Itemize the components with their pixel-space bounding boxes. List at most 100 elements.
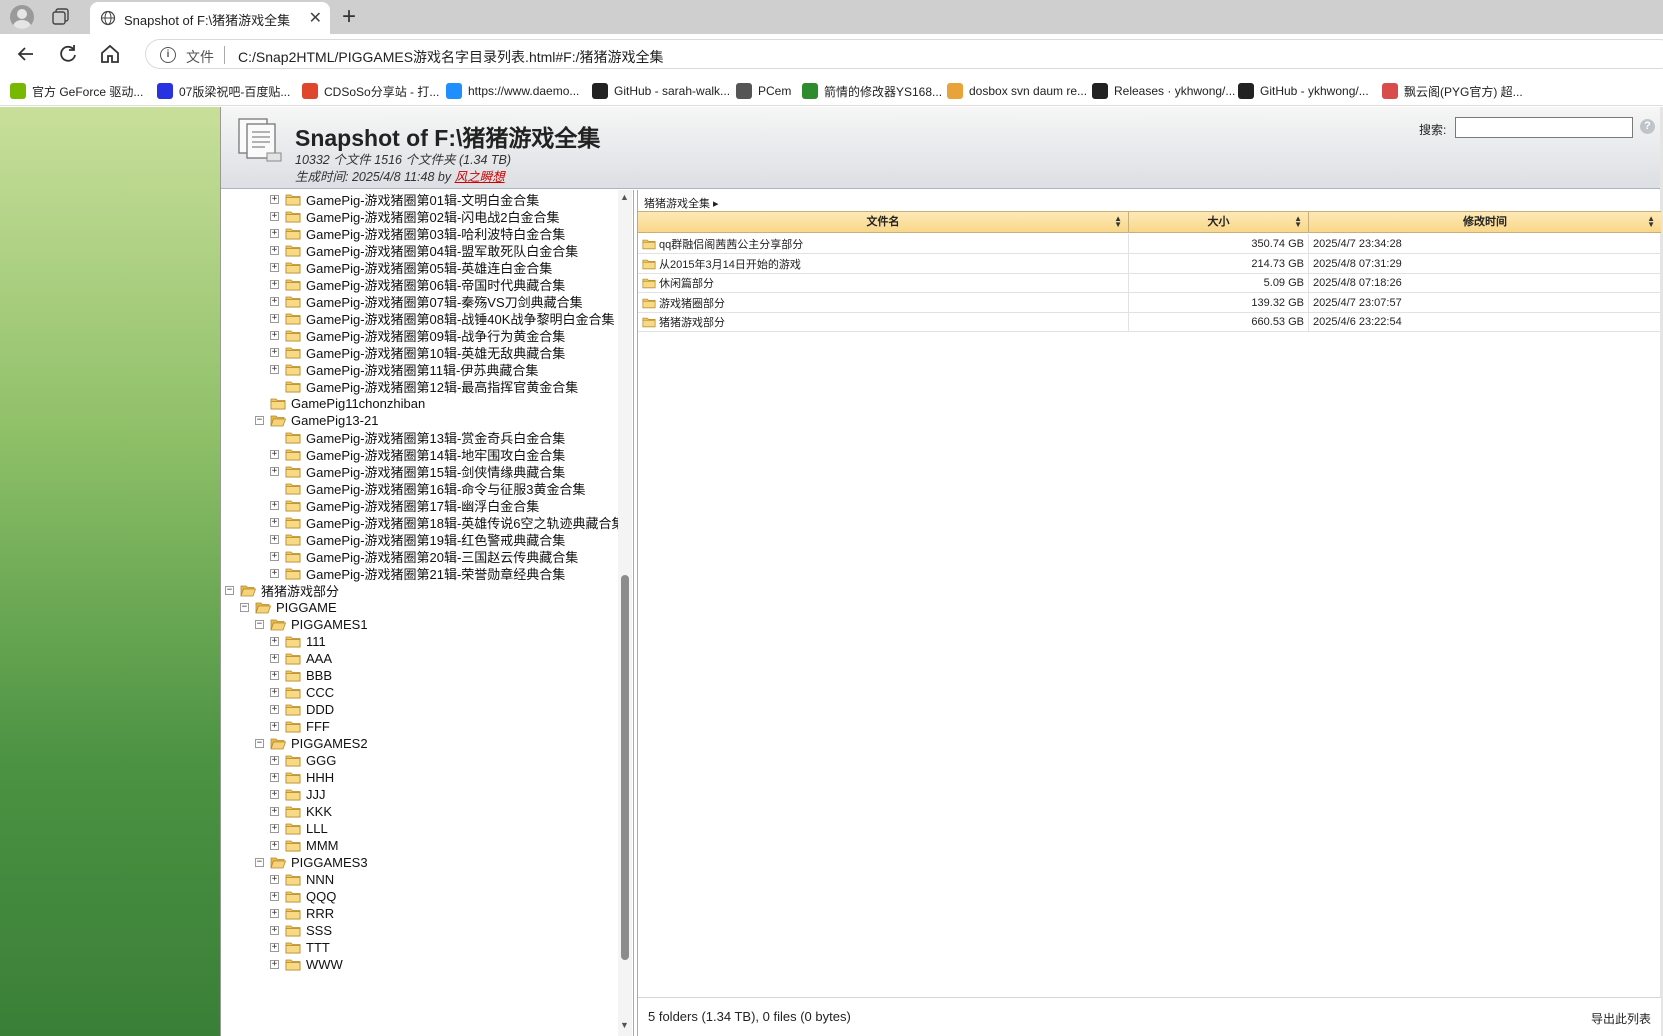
- expand-icon[interactable]: +: [270, 262, 279, 272]
- tree-item-label[interactable]: GamePig-游戏猪圈第02辑-闪电战2白金合集: [306, 207, 560, 226]
- expand-icon[interactable]: +: [270, 823, 279, 833]
- expand-icon[interactable]: +: [270, 653, 279, 663]
- collapse-icon[interactable]: −: [225, 585, 234, 595]
- cell-name[interactable]: 游戏猪圈部分: [638, 292, 1129, 313]
- tree-item-label[interactable]: GamePig-游戏猪圈第12辑-最高指挥官黄金合集: [306, 377, 578, 396]
- tree-item[interactable]: + GamePig-游戏猪圈第10辑-英雄无敌典藏合集: [270, 343, 565, 361]
- tree-item[interactable]: + FFF: [270, 717, 330, 735]
- tree-item-label[interactable]: GamePig-游戏猪圈第13辑-赏金奇兵白金合集: [306, 428, 565, 447]
- expand-icon[interactable]: +: [270, 789, 279, 799]
- tree-item[interactable]: + NNN: [270, 870, 334, 888]
- tree-item[interactable]: + MMM: [270, 836, 339, 854]
- folder-name[interactable]: qq群融侣阁茜茜公主分享部分: [659, 236, 803, 252]
- expand-icon[interactable]: +: [270, 517, 279, 527]
- tree-item-label[interactable]: PIGGAME: [276, 600, 337, 615]
- expand-icon[interactable]: +: [270, 568, 279, 578]
- tree-item[interactable]: + HHH: [270, 768, 334, 786]
- tree-item-label[interactable]: AAA: [306, 651, 332, 666]
- expand-icon[interactable]: +: [270, 874, 279, 884]
- tree-item[interactable]: − PIGGAMES1: [255, 615, 368, 633]
- table-row[interactable]: qq群融侣阁茜茜公主分享部分 350.74 GB 2025/4/7 23:34:28: [638, 234, 1661, 254]
- tree-item-label[interactable]: BBB: [306, 668, 332, 683]
- tree-item[interactable]: + BBB: [270, 666, 332, 684]
- tree-item[interactable]: + SSS: [270, 921, 332, 939]
- author-link[interactable]: 风之瞬想: [455, 170, 505, 184]
- address-url[interactable]: C:/Snap2HTML/PIGGAMES游戏名字目录列表.html#F:/猪猪…: [238, 47, 664, 67]
- expand-icon[interactable]: +: [270, 704, 279, 714]
- tree-item[interactable]: + GamePig-游戏猪圈第14辑-地牢围攻白金合集: [270, 445, 565, 463]
- tree-item-label[interactable]: GamePig-游戏猪圈第06辑-帝国时代典藏合集: [306, 275, 565, 294]
- tree-item[interactable]: − PIGGAMES2: [255, 734, 368, 752]
- tree-item[interactable]: + JJJ: [270, 785, 326, 803]
- close-tab-icon[interactable]: ✕: [309, 8, 322, 28]
- bookmark-item[interactable]: 07版梁祝吧-百度贴...: [157, 82, 290, 100]
- search-input[interactable]: [1455, 117, 1633, 138]
- tree-item[interactable]: + GamePig-游戏猪圈第11辑-伊苏典藏合集: [270, 360, 538, 378]
- tree-item-label[interactable]: GamePig-游戏猪圈第17辑-幽浮白金合集: [306, 496, 539, 515]
- cell-name[interactable]: 猪猪游戏部分: [638, 312, 1129, 332]
- profile-icon[interactable]: [10, 5, 34, 29]
- cell-name[interactable]: qq群融侣阁茜茜公主分享部分: [638, 234, 1129, 254]
- bookmark-item[interactable]: 箭情的修改器YS168...: [802, 82, 942, 100]
- tree-item-label[interactable]: GamePig-游戏猪圈第09辑-战争行为黄金合集: [306, 326, 565, 345]
- expand-icon[interactable]: +: [270, 840, 279, 850]
- expand-icon[interactable]: +: [270, 449, 279, 459]
- expand-icon[interactable]: +: [270, 296, 279, 306]
- tree-item-label[interactable]: SSS: [306, 923, 332, 938]
- tree-item-label[interactable]: PIGGAMES1: [291, 617, 368, 632]
- tree-item-label[interactable]: GamePig-游戏猪圈第08辑-战锤40K战争黎明白金合集: [306, 309, 614, 328]
- table-row[interactable]: 从2015年3月14日开始的游戏 214.73 GB 2025/4/8 07:31:…: [638, 253, 1661, 274]
- bookmark-item[interactable]: CDSoSo分享站 - 打...: [302, 82, 439, 100]
- back-icon[interactable]: [14, 42, 38, 66]
- help-icon[interactable]: ?: [1640, 119, 1655, 134]
- tree-item[interactable]: + GamePig-游戏猪圈第06辑-帝国时代典藏合集: [270, 275, 565, 293]
- tree-item-label[interactable]: PIGGAMES2: [291, 736, 368, 751]
- refresh-icon[interactable]: [56, 42, 80, 66]
- expand-icon[interactable]: +: [270, 279, 279, 289]
- tree-item[interactable]: + QQQ: [270, 887, 336, 905]
- expand-icon[interactable]: +: [270, 925, 279, 935]
- expand-icon[interactable]: +: [270, 687, 279, 697]
- cell-name[interactable]: 从2015年3月14日开始的游戏: [638, 253, 1129, 274]
- tree-item[interactable]: + GGG: [270, 751, 336, 769]
- tree-item[interactable]: GamePig-游戏猪圈第16辑-命令与征服3黄金合集: [270, 479, 586, 497]
- tree-item[interactable]: + WWW: [270, 955, 343, 973]
- home-icon[interactable]: [98, 42, 122, 66]
- tree-item[interactable]: GamePig-游戏猪圈第13辑-赏金奇兵白金合集: [270, 428, 565, 446]
- expand-icon[interactable]: +: [270, 466, 279, 476]
- tree-item-label[interactable]: GamePig-游戏猪圈第11辑-伊苏典藏合集: [306, 360, 538, 379]
- expand-icon[interactable]: +: [270, 194, 279, 204]
- tree-item[interactable]: − PIGGAME: [240, 598, 337, 616]
- tree-item[interactable]: + GamePig-游戏猪圈第05辑-英雄连白金合集: [270, 258, 552, 276]
- scroll-up-icon[interactable]: ▲: [620, 192, 629, 202]
- table-row[interactable]: 游戏猪圈部分 139.32 GB 2025/4/7 23:07:57: [638, 292, 1661, 313]
- bookmark-item[interactable]: GitHub - ykhwong/...: [1238, 82, 1369, 100]
- tree-item[interactable]: + GamePig-游戏猪圈第15辑-剑侠情缘典藏合集: [270, 462, 565, 480]
- tree-item-label[interactable]: PIGGAMES3: [291, 855, 368, 870]
- bookmark-item[interactable]: Releases · ykhwong/...: [1092, 82, 1235, 100]
- bookmark-item[interactable]: 飘云阁(PYG官方) 超...: [1382, 82, 1523, 100]
- breadcrumb[interactable]: 猪猪游戏全集 ▸: [644, 195, 719, 211]
- collapse-icon[interactable]: −: [240, 602, 249, 612]
- tree-item[interactable]: + GamePig-游戏猪圈第04辑-盟军敢死队白金合集: [270, 241, 578, 259]
- tree-item[interactable]: − 猪猪游戏部分: [225, 581, 339, 599]
- expand-icon[interactable]: +: [270, 670, 279, 680]
- tree-item[interactable]: + CCC: [270, 683, 334, 701]
- tree-item-label[interactable]: GamePig-游戏猪圈第10辑-英雄无敌典藏合集: [306, 343, 565, 362]
- bookmark-item[interactable]: GitHub - sarah-walk...: [592, 82, 730, 100]
- tree-item-label[interactable]: 猪猪游戏部分: [261, 581, 339, 600]
- tree-item-label[interactable]: TTT: [306, 940, 330, 955]
- sort-icon[interactable]: ▲ ▼: [1294, 215, 1302, 229]
- collections-icon[interactable]: [52, 8, 70, 26]
- column-header-name[interactable]: 文件名 ▲ ▼: [638, 212, 1129, 233]
- tree-item[interactable]: + GamePig-游戏猪圈第09辑-战争行为黄金合集: [270, 326, 565, 344]
- tree-item-label[interactable]: GGG: [306, 753, 336, 768]
- tree-item-label[interactable]: GamePig11chonzhiban: [291, 396, 425, 411]
- tree-item-label[interactable]: GamePig-游戏猪圈第01辑-文明白金合集: [306, 190, 539, 209]
- bookmark-item[interactable]: PCem: [736, 82, 791, 100]
- expand-icon[interactable]: +: [270, 534, 279, 544]
- tree-item[interactable]: + GamePig-游戏猪圈第01辑-文明白金合集: [270, 190, 539, 208]
- collapse-icon[interactable]: −: [255, 738, 264, 748]
- expand-icon[interactable]: +: [270, 347, 279, 357]
- expand-icon[interactable]: +: [270, 891, 279, 901]
